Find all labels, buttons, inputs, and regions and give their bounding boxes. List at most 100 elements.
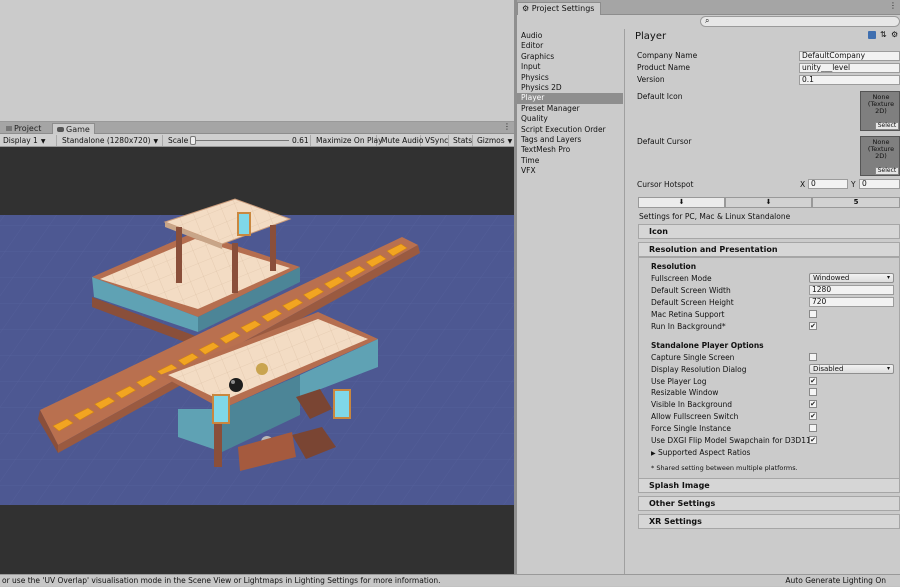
stats-toggle[interactable]: Stats xyxy=(450,135,473,146)
resolution-subheader: Resolution xyxy=(651,262,697,271)
chevron-down-icon: ▼ xyxy=(153,138,159,145)
default-width-field[interactable]: 1280 xyxy=(809,285,894,295)
tab-project[interactable]: Project xyxy=(2,123,45,134)
scale-slider[interactable] xyxy=(191,140,289,141)
sidebar-item-preset-manager[interactable]: Preset Manager xyxy=(517,104,623,114)
option-checkbox[interactable] xyxy=(809,388,817,397)
sidebar-item-script-execution-order[interactable]: Script Execution Order xyxy=(517,125,623,135)
tab-webgl[interactable]: ⬇ xyxy=(725,197,812,208)
pane-menu-icon[interactable]: ⋮ xyxy=(503,122,511,131)
game-render xyxy=(0,198,514,505)
sidebar-item-input[interactable]: Input xyxy=(517,62,623,72)
shared-setting-note: * Shared setting between multiple platfo… xyxy=(651,464,798,472)
display-resolution-dialog-dropdown[interactable]: Disabled ▾ xyxy=(809,363,894,374)
search-input[interactable]: ⌕ xyxy=(700,16,900,27)
gear-icon[interactable]: ⚙ xyxy=(891,30,898,39)
default-cursor-texture[interactable]: None (Texture 2D) Select xyxy=(860,136,900,176)
sidebar-item-audio[interactable]: Audio xyxy=(517,31,623,41)
scale-value: 0.61 xyxy=(292,136,309,145)
settings-for-label: Settings for PC, Mac & Linux Standalone xyxy=(639,212,791,221)
gizmos-dropdown[interactable]: Gizmos ▼ xyxy=(474,135,514,146)
option-checkbox[interactable]: ✔ xyxy=(809,400,817,409)
fullscreen-mode-dropdown[interactable]: Windowed ▾ xyxy=(809,273,894,283)
product-name-field[interactable]: unity___level xyxy=(799,63,900,73)
left-tab-bar: Project Game ⋮ xyxy=(0,122,514,134)
mac-retina-checkbox[interactable] xyxy=(809,310,817,318)
mute-audio-toggle[interactable]: Mute Audio xyxy=(378,135,423,146)
download-icon: ⬇ xyxy=(678,198,685,206)
scale-slider-handle[interactable] xyxy=(190,136,196,145)
chevron-down-icon: ▼ xyxy=(507,138,513,145)
hotspot-x-label: X xyxy=(800,180,806,189)
game-view[interactable] xyxy=(0,147,514,574)
default-cursor-label: Default Cursor xyxy=(637,137,692,146)
maximize-on-play-toggle[interactable]: Maximize On Play xyxy=(313,135,383,146)
vsync-toggle[interactable]: VSync xyxy=(422,135,449,146)
other-settings-section-header[interactable]: Other Settings xyxy=(638,496,900,511)
tab-html5[interactable]: 5 xyxy=(812,197,900,208)
sidebar-item-vfx[interactable]: VFX xyxy=(517,166,623,176)
html5-icon: 5 xyxy=(853,198,859,206)
gear-icon: ⚙ xyxy=(522,4,530,13)
triangle-right-icon: ▶ xyxy=(651,450,656,457)
hotspot-y-field[interactable]: 0 xyxy=(859,179,900,189)
fullscreen-mode-label: Fullscreen Mode xyxy=(651,274,712,283)
sidebar-item-editor[interactable]: Editor xyxy=(517,41,623,51)
run-in-background-checkbox[interactable]: ✔ xyxy=(809,322,817,330)
scene-view[interactable] xyxy=(0,0,514,122)
company-name-field[interactable]: DefaultCompany xyxy=(799,51,900,61)
option-label: Visible In Background xyxy=(651,400,732,410)
default-height-field[interactable]: 720 xyxy=(809,297,894,307)
product-name-label: Product Name xyxy=(637,63,690,72)
pane-menu-icon[interactable]: ⋮ xyxy=(889,1,897,10)
standalone-options-subheader: Standalone Player Options xyxy=(651,341,764,350)
splash-section-header[interactable]: Splash Image xyxy=(638,478,900,493)
sidebar-item-textmesh-pro[interactable]: TextMesh Pro xyxy=(517,145,623,155)
default-width-label: Default Screen Width xyxy=(651,286,731,295)
game-toolbar: Display 1 ▼ Standalone (1280x720) ▼ Scale … xyxy=(0,134,514,147)
supported-aspect-ratios-foldout[interactable]: ▶ Supported Aspect Ratios xyxy=(651,448,750,457)
sidebar-item-graphics[interactable]: Graphics xyxy=(517,52,623,62)
option-checkbox[interactable] xyxy=(809,423,817,432)
display-dropdown[interactable]: Display 1 ▼ xyxy=(0,135,57,146)
page-title: Player xyxy=(635,31,667,42)
status-bar: or use the 'UV Overlap' visualisation mo… xyxy=(0,574,900,586)
project-settings-nav: Audio Editor Graphics Input Physics Physics 2… xyxy=(517,29,625,574)
icon-section-header[interactable]: Icon xyxy=(638,224,900,239)
sidebar-item-player[interactable]: Player xyxy=(517,93,623,104)
xr-settings-section-header[interactable]: XR Settings xyxy=(638,514,900,529)
help-icon[interactable] xyxy=(868,31,876,39)
default-icon-texture[interactable]: None (Texture 2D) Select xyxy=(860,91,900,131)
version-label: Version xyxy=(637,75,665,84)
default-icon-label: Default Icon xyxy=(637,92,683,101)
resolution-section-header[interactable]: Resolution and Presentation xyxy=(638,242,900,257)
resolution-dropdown[interactable]: Standalone (1280x720) ▼ xyxy=(59,135,163,146)
preset-icon[interactable]: ⇅ xyxy=(880,30,887,39)
status-message[interactable]: or use the 'UV Overlap' visualisation mo… xyxy=(2,575,441,587)
sidebar-item-quality[interactable]: Quality xyxy=(517,114,623,124)
tab-standalone[interactable]: ⬇ xyxy=(638,197,725,208)
option-checkbox[interactable] xyxy=(809,353,817,361)
tab-project-settings[interactable]: ⚙ Project Settings xyxy=(517,2,601,15)
sidebar-item-time[interactable]: Time xyxy=(517,156,623,166)
select-button[interactable]: Select xyxy=(875,167,899,175)
auto-generate-lighting-status: Auto Generate Lighting On xyxy=(785,576,886,585)
tab-game[interactable]: Game xyxy=(52,123,95,134)
player-settings-panel: Player ⇅ ⚙ Company Name DefaultCompany P… xyxy=(625,29,900,574)
sidebar-item-physics-2d[interactable]: Physics 2D xyxy=(517,83,623,93)
option-checkbox[interactable]: ✔ xyxy=(809,376,817,385)
download-icon: ⬇ xyxy=(765,198,772,206)
sidebar-item-physics[interactable]: Physics xyxy=(517,73,623,83)
option-checkbox[interactable]: ✔ xyxy=(809,412,817,420)
company-name-label: Company Name xyxy=(637,51,698,60)
chevron-down-icon: ▾ xyxy=(886,274,890,281)
option-label: Force Single Instance xyxy=(651,423,732,433)
select-button[interactable]: Select xyxy=(875,122,899,130)
hotspot-x-field[interactable]: 0 xyxy=(808,179,848,189)
version-field[interactable]: 0.1 xyxy=(799,75,900,85)
sidebar-item-tags-and-layers[interactable]: Tags and Layers xyxy=(517,135,623,145)
option-checkbox[interactable]: ✔ xyxy=(809,435,817,444)
mac-retina-label: Mac Retina Support xyxy=(651,310,725,319)
game-controller-icon xyxy=(57,127,64,132)
chevron-down-icon: ▾ xyxy=(886,364,890,372)
